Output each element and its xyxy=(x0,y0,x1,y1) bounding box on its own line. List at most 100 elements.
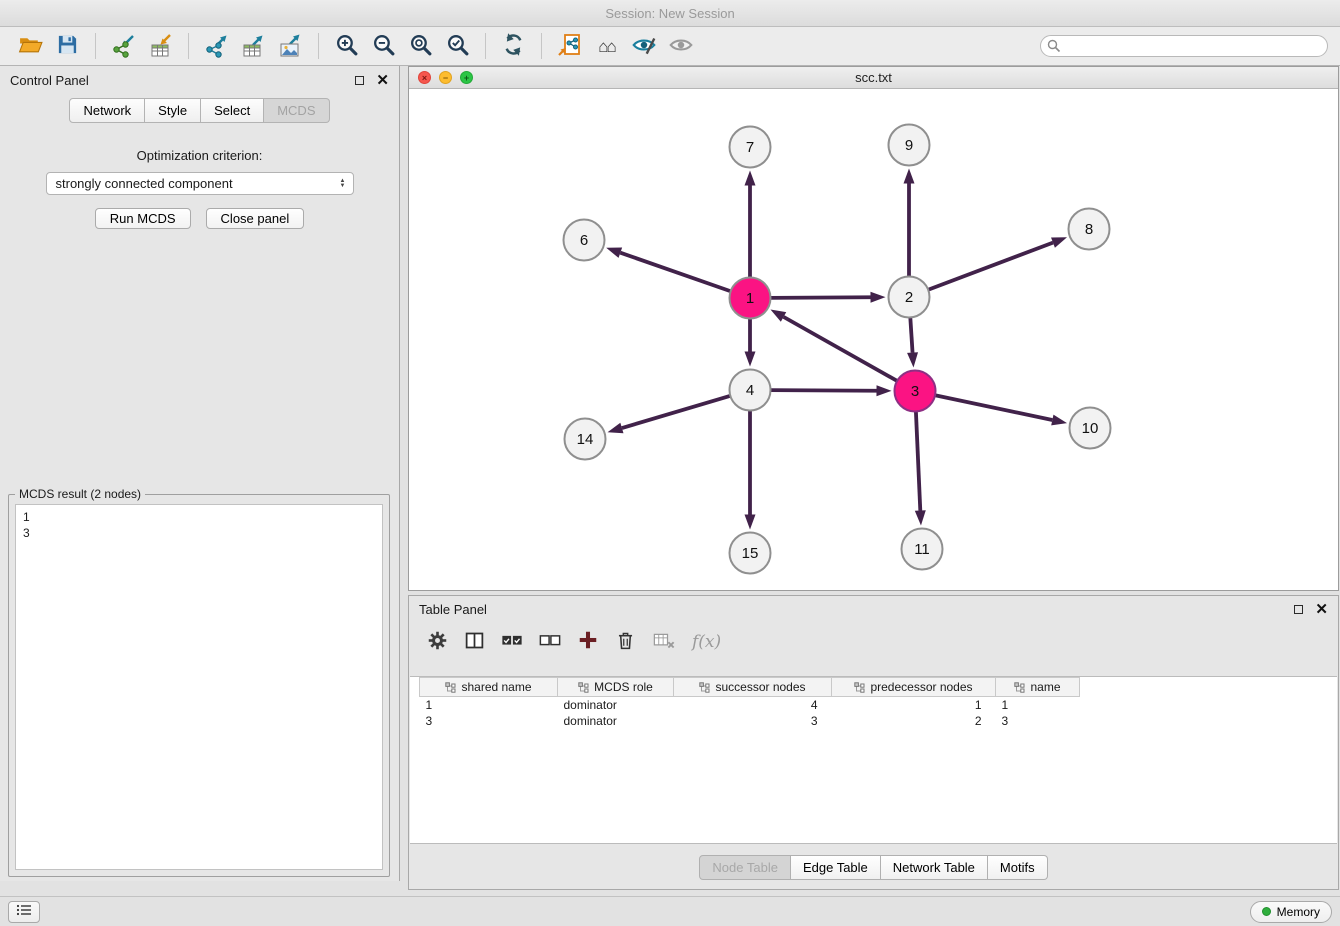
node-label: 9 xyxy=(905,137,913,154)
export-table-button[interactable] xyxy=(235,30,272,62)
deselect-all-columns-button[interactable] xyxy=(539,632,561,651)
tab-network[interactable]: Network xyxy=(69,98,145,123)
tab-network-table[interactable]: Network Table xyxy=(881,855,988,880)
save-session-button[interactable] xyxy=(49,30,86,62)
export-network-button[interactable] xyxy=(198,30,235,62)
close-window-icon[interactable]: × xyxy=(418,71,431,84)
table-row[interactable]: 1 dominator 4 1 1 xyxy=(420,697,1080,713)
node-label: 6 xyxy=(580,232,588,249)
memory-button[interactable]: Memory xyxy=(1250,901,1332,923)
import-network-button[interactable] xyxy=(105,30,142,62)
hide-graphics-details-button[interactable] xyxy=(662,30,699,62)
maximize-window-icon[interactable]: + xyxy=(460,71,473,84)
window-titlebar[interactable]: Session: New Session xyxy=(0,0,1340,27)
network-window-title: scc.txt xyxy=(409,70,1338,85)
import-table-button[interactable] xyxy=(142,30,179,62)
node-table-area[interactable]: shared name MCDS role successor nodes pr… xyxy=(410,676,1337,844)
select-all-columns-button[interactable] xyxy=(501,632,523,651)
eye-icon xyxy=(668,32,694,61)
apply-layout-button[interactable] xyxy=(495,30,532,62)
edge-3-to-11[interactable] xyxy=(915,411,926,525)
edge-1-to-4[interactable] xyxy=(745,319,756,367)
column-sort-icon xyxy=(699,682,710,693)
edge-3-to-10[interactable] xyxy=(935,395,1067,425)
zoom-in-button[interactable] xyxy=(328,30,365,62)
node-1[interactable]: 1 xyxy=(730,278,771,319)
column-header-shared-name[interactable]: shared name xyxy=(420,678,558,697)
tab-style[interactable]: Style xyxy=(145,98,201,123)
zoom-out-button[interactable] xyxy=(365,30,402,62)
node-4[interactable]: 4 xyxy=(730,370,771,411)
window-title: Session: New Session xyxy=(605,6,734,21)
table-row[interactable]: 3 dominator 3 2 3 xyxy=(420,713,1080,729)
control-panel-title: Control Panel xyxy=(10,73,89,88)
node-3[interactable]: 3 xyxy=(895,371,936,412)
edge-1-to-7[interactable] xyxy=(745,171,756,278)
node-6[interactable]: 6 xyxy=(564,220,605,261)
node-14[interactable]: 14 xyxy=(565,419,606,460)
zoom-selected-button[interactable] xyxy=(439,30,476,62)
tab-edge-table[interactable]: Edge Table xyxy=(791,855,881,880)
node-label: 4 xyxy=(746,382,754,399)
node-9[interactable]: 9 xyxy=(889,125,930,166)
search-input[interactable] xyxy=(1040,35,1328,57)
run-mcds-button[interactable]: Run MCDS xyxy=(95,208,191,229)
delete-table-button[interactable] xyxy=(652,630,676,654)
node-2[interactable]: 2 xyxy=(889,277,930,318)
minimize-window-icon[interactable]: − xyxy=(439,71,452,84)
toolbar-separator xyxy=(485,33,486,59)
mcds-result-textarea[interactable]: 1 3 xyxy=(15,504,383,870)
edge-2-to-8[interactable] xyxy=(928,237,1067,289)
create-column-button[interactable] xyxy=(577,629,599,654)
first-neighbors-button[interactable]: ⌂⌂ xyxy=(588,30,625,62)
export-image-button[interactable] xyxy=(272,30,309,62)
function-builder-button[interactable]: f(x) xyxy=(692,632,721,652)
toolbar-separator xyxy=(188,33,189,59)
node-10[interactable]: 10 xyxy=(1070,408,1111,449)
close-panel-icon[interactable]: ✕ xyxy=(376,73,389,88)
column-header-predecessor-nodes[interactable]: predecessor nodes xyxy=(832,678,996,697)
edge-1-to-6[interactable] xyxy=(606,248,730,292)
delete-columns-button[interactable] xyxy=(615,630,636,654)
float-panel-icon[interactable] xyxy=(355,76,364,85)
save-floppy-icon xyxy=(56,33,79,59)
zoom-fit-button[interactable] xyxy=(402,30,439,62)
edge-2-to-3[interactable] xyxy=(907,317,918,367)
network-window-titlebar[interactable]: scc.txt × − + xyxy=(409,67,1338,89)
column-header-name[interactable]: name xyxy=(996,678,1080,697)
edge-1-to-2[interactable] xyxy=(770,292,885,303)
main-toolbar: ⌂⌂ xyxy=(0,27,1340,66)
edge-2-to-9[interactable] xyxy=(904,169,915,277)
show-columns-button[interactable] xyxy=(464,630,485,654)
status-bar: Memory xyxy=(0,896,1340,926)
tab-node-table[interactable]: Node Table xyxy=(699,855,791,880)
column-header-successor-nodes[interactable]: successor nodes xyxy=(674,678,832,697)
table-panel-tabs: Node Table Edge Table Network Table Moti… xyxy=(409,855,1338,880)
select-stepper-icon: ▲▼ xyxy=(340,179,348,189)
close-panel-icon[interactable]: ✕ xyxy=(1315,602,1328,617)
node-15[interactable]: 15 xyxy=(730,533,771,574)
close-panel-button[interactable]: Close panel xyxy=(206,208,305,229)
edge-4-to-3[interactable] xyxy=(770,385,891,396)
console-button[interactable] xyxy=(8,901,40,923)
tab-mcds[interactable]: MCDS xyxy=(264,98,329,123)
open-session-button[interactable] xyxy=(12,30,49,62)
network-canvas[interactable]: 7 9 6 8 1 2 4 3 14 10 15 11 xyxy=(409,89,1338,590)
node-8[interactable]: 8 xyxy=(1069,209,1110,250)
node-7[interactable]: 7 xyxy=(730,127,771,168)
edge-4-to-14[interactable] xyxy=(608,396,731,433)
new-network-from-selection-button[interactable] xyxy=(551,30,588,62)
tab-motifs[interactable]: Motifs xyxy=(988,855,1048,880)
table-settings-button[interactable] xyxy=(427,630,448,654)
memory-label: Memory xyxy=(1277,905,1320,919)
tab-select[interactable]: Select xyxy=(201,98,264,123)
edge-3-to-1[interactable] xyxy=(770,310,897,381)
edge-4-to-15[interactable] xyxy=(745,411,756,530)
float-panel-icon[interactable] xyxy=(1294,605,1303,614)
column-header-mcds-role[interactable]: MCDS role xyxy=(558,678,674,697)
network-graph[interactable]: 7 9 6 8 1 2 4 3 14 10 15 11 xyxy=(409,89,1338,590)
optimization-select[interactable]: strongly connected component ▲▼ xyxy=(46,172,354,195)
show-graphics-details-button[interactable] xyxy=(625,30,662,62)
export-network-icon xyxy=(204,32,230,61)
node-11[interactable]: 11 xyxy=(902,529,943,570)
